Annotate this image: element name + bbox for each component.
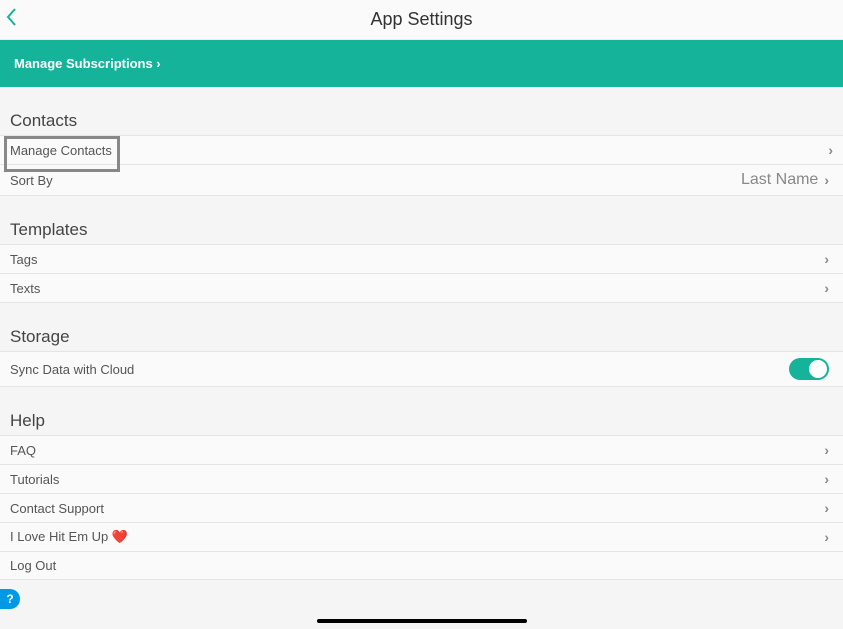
chevron-right-icon: › <box>824 280 829 296</box>
texts-label: Texts <box>10 281 40 296</box>
sort-by-label: Sort By <box>10 173 53 188</box>
contact-support-label: Contact Support <box>10 501 104 516</box>
sync-cloud-label: Sync Data with Cloud <box>10 362 134 377</box>
tutorials-row[interactable]: Tutorials › <box>0 464 843 493</box>
sync-cloud-toggle[interactable] <box>789 358 829 380</box>
header: App Settings <box>0 0 843 40</box>
sort-by-value: Last Name <box>741 171 818 189</box>
home-indicator[interactable] <box>317 619 527 623</box>
storage-section: Storage Sync Data with Cloud <box>0 321 843 387</box>
love-label: I Love Hit Em Up ❤️ <box>10 529 128 545</box>
chevron-right-icon: › <box>824 172 829 188</box>
chevron-right-icon: › <box>824 471 829 487</box>
tutorials-label: Tutorials <box>10 472 59 487</box>
manage-contacts-row[interactable]: Manage Contacts › <box>0 135 843 164</box>
templates-header: Templates <box>0 214 843 244</box>
chevron-left-icon <box>6 7 18 27</box>
sort-by-right: Last Name › <box>741 171 829 189</box>
chevron-right-icon: › <box>824 251 829 267</box>
banner-label: Manage Subscriptions › <box>14 56 161 71</box>
manage-contacts-label: Manage Contacts <box>10 143 112 158</box>
sort-by-row[interactable]: Sort By Last Name › <box>0 164 843 196</box>
chevron-right-icon: › <box>824 500 829 516</box>
help-bubble-icon: ? <box>6 592 13 606</box>
chevron-right-icon: › <box>828 142 833 158</box>
texts-row[interactable]: Texts › <box>0 273 843 303</box>
tags-row[interactable]: Tags › <box>0 244 843 273</box>
settings-content: Contacts Manage Contacts › Sort By Last … <box>0 105 843 580</box>
sync-cloud-row[interactable]: Sync Data with Cloud <box>0 351 843 387</box>
logout-label: Log Out <box>10 558 56 573</box>
logout-row[interactable]: Log Out <box>0 551 843 580</box>
back-button[interactable] <box>6 7 18 33</box>
storage-header: Storage <box>0 321 843 351</box>
manage-subscriptions-banner[interactable]: Manage Subscriptions › <box>0 40 843 87</box>
faq-label: FAQ <box>10 443 36 458</box>
tags-label: Tags <box>10 252 37 267</box>
chevron-right-icon: › <box>824 529 829 545</box>
templates-section: Templates Tags › Texts › <box>0 214 843 303</box>
contacts-section: Contacts Manage Contacts › Sort By Last … <box>0 105 843 196</box>
help-header: Help <box>0 405 843 435</box>
contact-support-row[interactable]: Contact Support › <box>0 493 843 522</box>
page-title: App Settings <box>370 9 472 30</box>
help-bubble-button[interactable]: ? <box>0 589 20 609</box>
chevron-right-icon: › <box>824 442 829 458</box>
love-row[interactable]: I Love Hit Em Up ❤️ › <box>0 522 843 551</box>
help-section: Help FAQ › Tutorials › Contact Support ›… <box>0 405 843 580</box>
faq-row[interactable]: FAQ › <box>0 435 843 464</box>
contacts-header: Contacts <box>0 105 843 135</box>
